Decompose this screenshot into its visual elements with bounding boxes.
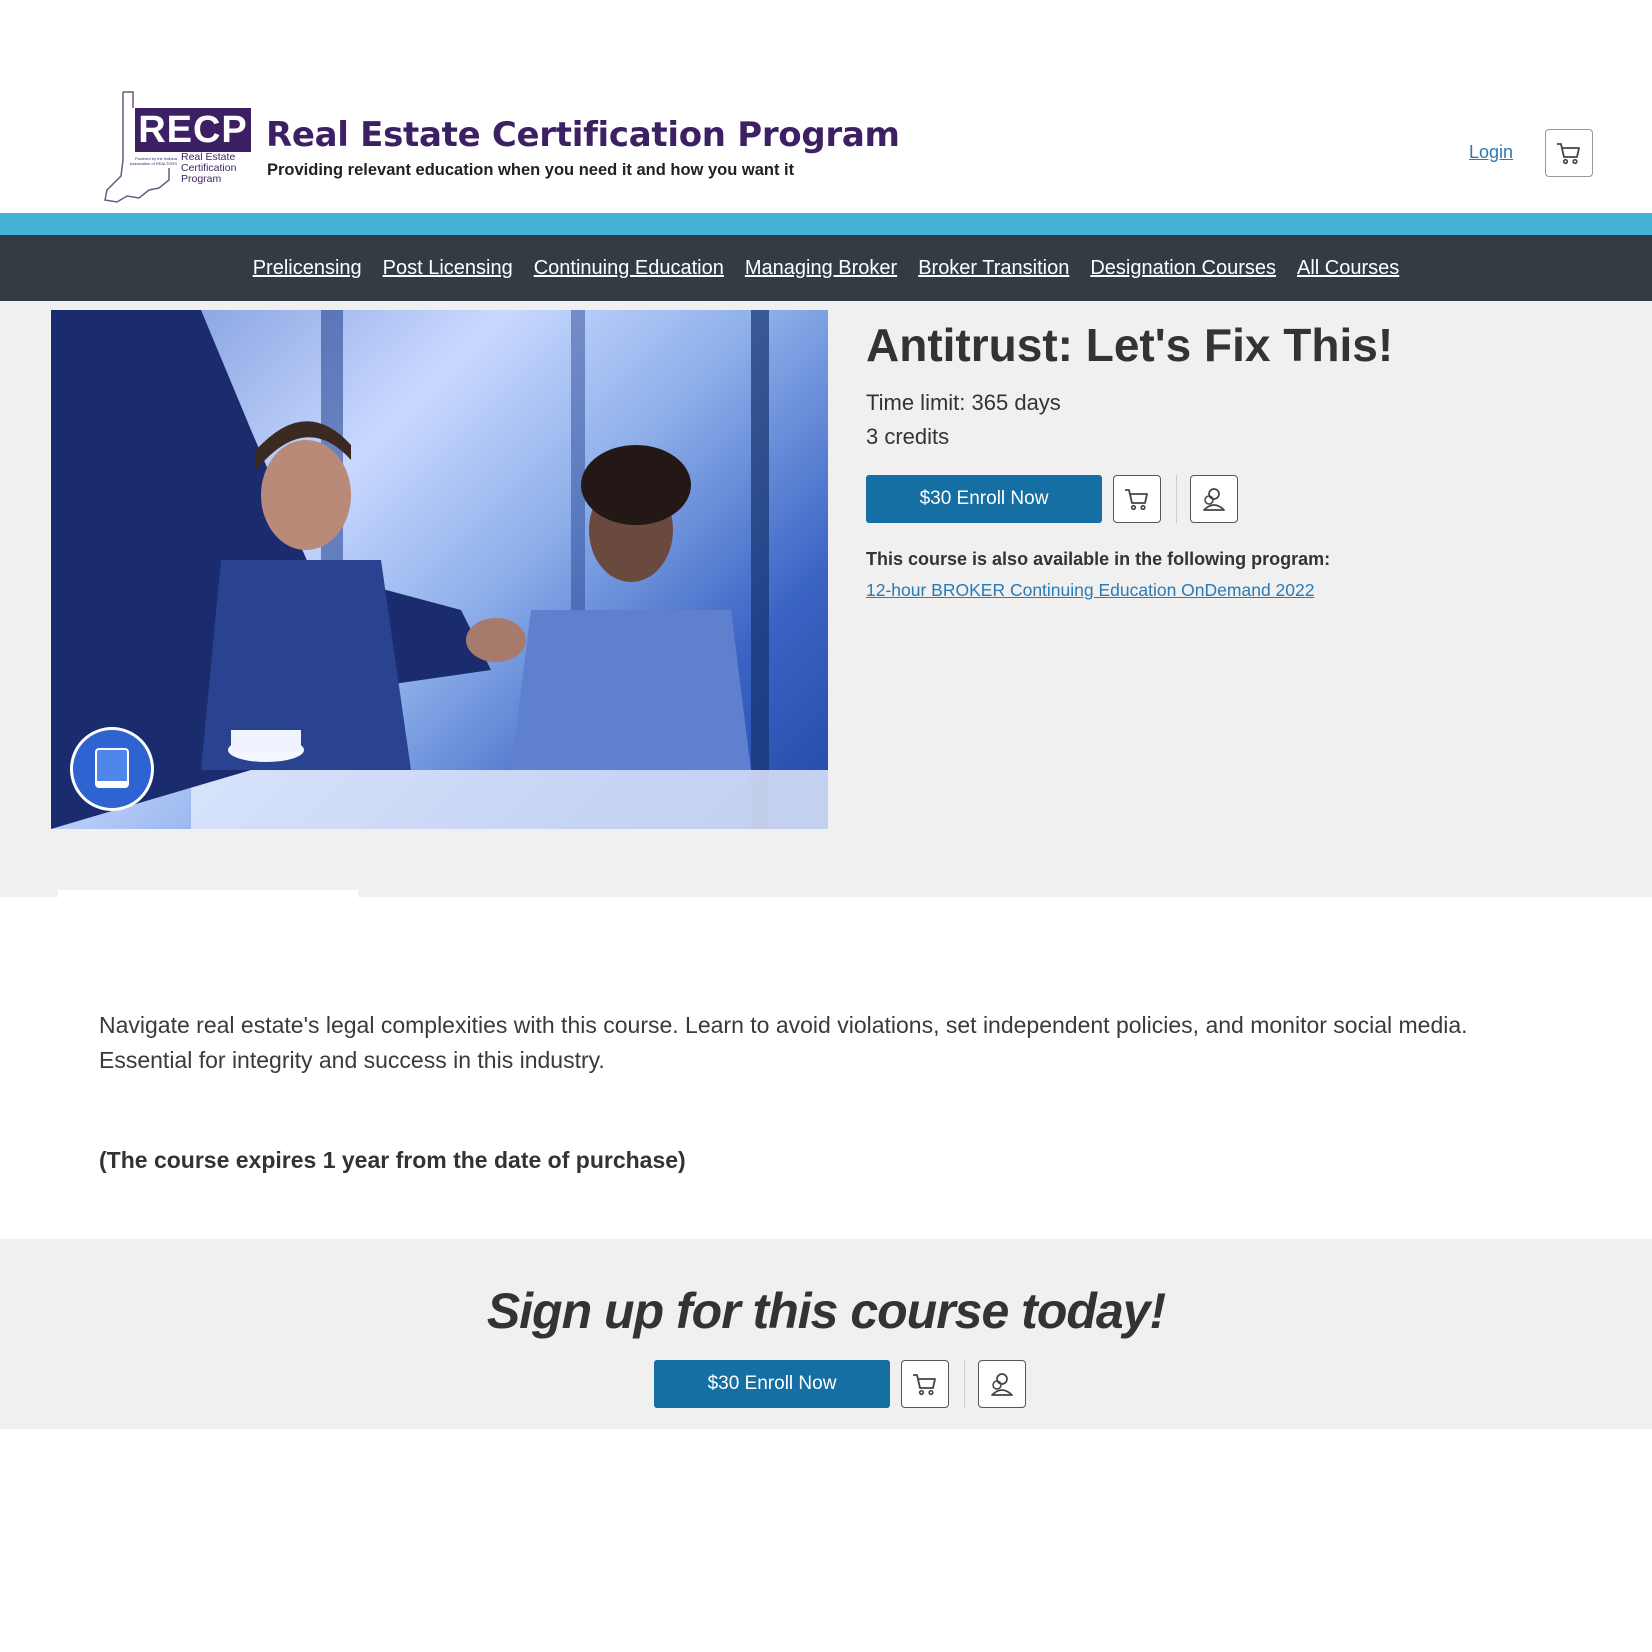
- cta-gift-course-button[interactable]: [978, 1360, 1026, 1408]
- course-time-limit: Time limit: 365 days: [866, 390, 1061, 415]
- logo-powered-by: Powered by the Indiana Association of RE…: [129, 156, 177, 166]
- users-icon: [991, 1373, 1013, 1396]
- program-link[interactable]: 12-hour BROKER Continuing Education OnDe…: [866, 580, 1314, 601]
- course-expiry-note: (The course expires 1 year from the date…: [99, 1147, 686, 1173]
- cta-enroll-now-button[interactable]: $30 Enroll Now: [654, 1360, 890, 1408]
- handshake-photo: [51, 310, 828, 829]
- cart-icon: [913, 1374, 936, 1396]
- site-tagline: Providing relevant education when you ne…: [267, 161, 795, 179]
- main-nav: Prelicensing Post Licensing Continuing E…: [0, 235, 1652, 301]
- nav-item-broker-transition[interactable]: Broker Transition: [918, 257, 1069, 280]
- course-title: Antitrust: Let's Fix This!: [866, 319, 1394, 371]
- program-availability-label: This course is also available in the fol…: [866, 549, 1331, 569]
- users-icon: [1203, 488, 1225, 511]
- accent-bar: [0, 213, 1652, 235]
- add-to-cart-button[interactable]: [1113, 475, 1161, 523]
- nav-item-designation-courses[interactable]: Designation Courses: [1090, 257, 1276, 280]
- button-divider: [1176, 475, 1177, 523]
- signup-cta-section: Sign up for this course today! $30 Enrol…: [0, 1239, 1652, 1429]
- nav-item-all-courses[interactable]: All Courses: [1297, 257, 1399, 280]
- nav-item-prelicensing[interactable]: Prelicensing: [253, 257, 362, 280]
- content-tab[interactable]: [58, 890, 358, 898]
- book-icon: [95, 748, 129, 788]
- enroll-now-button[interactable]: $30 Enroll Now: [866, 475, 1102, 523]
- course-description: Navigate real estate's legal complexitie…: [99, 1012, 1468, 1073]
- cart-icon: [1125, 489, 1148, 511]
- site-header: RECP Powered by the Indiana Association …: [0, 0, 1652, 213]
- site-logo[interactable]: RECP Powered by the Indiana Association …: [103, 90, 253, 205]
- nav-item-continuing-education[interactable]: Continuing Education: [534, 257, 724, 280]
- nav-item-managing-broker[interactable]: Managing Broker: [745, 257, 897, 280]
- logo-abbreviation: RECP: [135, 108, 251, 152]
- button-divider: [964, 1360, 965, 1408]
- nav-item-post-licensing[interactable]: Post Licensing: [383, 257, 513, 280]
- logo-subtitle: Real Estate Certification Program: [181, 151, 237, 185]
- gift-course-button[interactable]: [1190, 475, 1238, 523]
- course-type-badge: [70, 727, 154, 811]
- course-hero: Antitrust: Let's Fix This! Time limit: 3…: [0, 301, 1652, 897]
- course-image: [51, 310, 828, 829]
- header-cart-button[interactable]: [1545, 129, 1593, 177]
- cart-icon: [1557, 143, 1580, 165]
- course-credits: 3 credits: [866, 424, 950, 449]
- site-title[interactable]: Real Estate Certification Program: [266, 115, 900, 155]
- cta-add-to-cart-button[interactable]: [901, 1360, 949, 1408]
- login-link[interactable]: Login: [1469, 142, 1513, 163]
- cta-heading: Sign up for this course today!: [486, 1283, 1166, 1339]
